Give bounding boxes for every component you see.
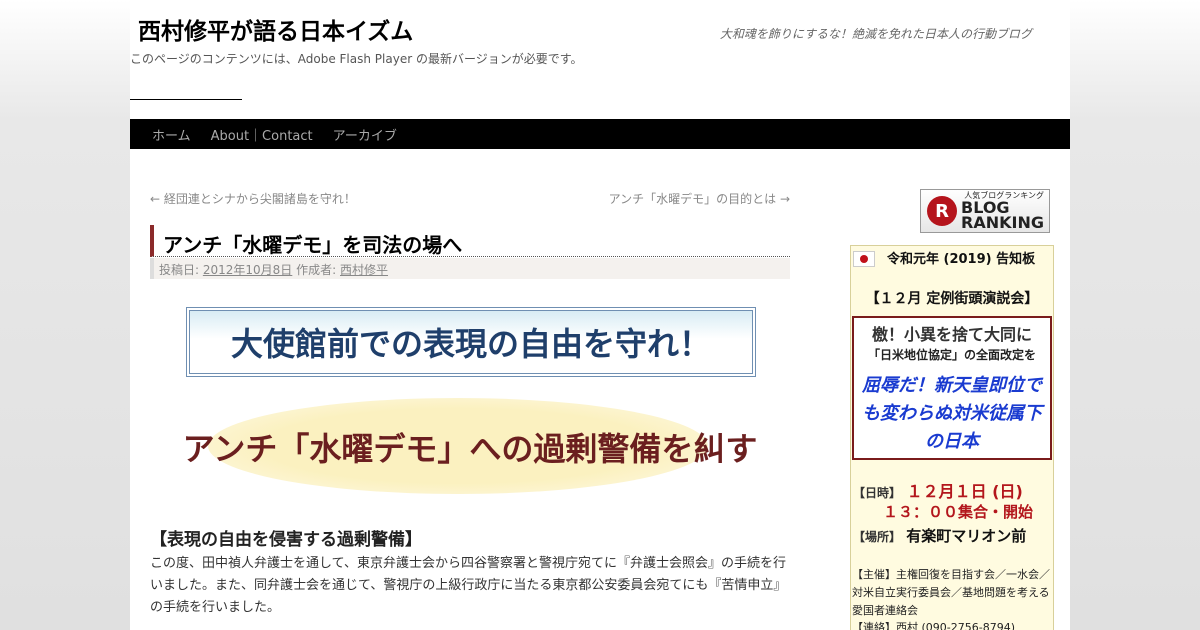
flash-player-notice: このページのコンテンツには、Adobe Flash Player の最新バージョ… [130,52,583,66]
main-nav: ホーム About｜Contact アーカイブ [130,119,1070,149]
notice-date-row: 【日時】 １２月１日 (日) [853,478,1023,502]
prev-post-link[interactable]: ← 経団連とシナから尖閣諸島を守れ！ [150,190,356,207]
post-body-paragraph: この度、田中禎人弁護士を通して、東京弁護士会から四谷警察署と警視庁宛てに『弁護士… [150,556,787,615]
date-value: １２月１日 (日) [906,482,1023,501]
post-author-link[interactable]: 西村修平 [340,263,388,277]
blog-ranking-badge[interactable]: R 人気ブログランキング BLOG RANKING [920,189,1050,233]
post-navigation: ← 経団連とシナから尖閣諸島を守れ！ アンチ「水曜デモ」の目的とは → [150,182,790,206]
place-label: 【場所】 [853,530,902,544]
notice-title: 令和元年 (2019) 告知板 [887,252,1036,267]
post-date-link[interactable]: 2012年10月8日 [203,263,292,277]
slogan-line2: 「日米地位協定」の全面改定を [867,348,1036,362]
site-description: 大和魂を飾りにするな！絶滅を免れた日本人の行動ブログ [719,27,1032,41]
next-post-link[interactable]: アンチ「水曜デモ」の目的とは → [609,190,790,207]
banner-free-expression-text: 大使館前での表現の自由を守れ！ [189,310,753,374]
post-meta: 投稿日: 2012年10月8日 作成者: 西村修平 [150,258,790,279]
slogan-line3: 屈辱だ！新天皇即位でも変わらぬ対米従属下の日本 [862,375,1042,452]
place-value: 有楽町マリオン前 [906,527,1027,545]
section-heading: 【表現の自由を侵害する過剰警備】 [150,530,422,550]
notice-time: １３：００集合・開始 [883,503,1034,521]
notice-organizer: 【主催】主権回復を目指す会／一水会／対米自立実行委員会／基地問題を考える愛国者連… [852,568,1050,617]
nav-item-about-contact[interactable]: About｜Contact [201,125,323,144]
banner-free-expression: 大使館前での表現の自由を守れ！ [186,307,756,377]
notice-slogan-box[interactable]: 檄！小異を捨て大同に 「日米地位協定」の全面改定を 屈辱だ！新天皇即位でも変わら… [852,316,1052,460]
meta-posted-label: 投稿日: [159,263,203,277]
notice-contact: 【連絡】西村 (090-2756-8794) [852,621,1016,630]
slogan-line1: 檄！小異を捨て大同に [871,325,1032,344]
header-divider [130,99,242,100]
ranking-logo-icon: R [927,196,957,226]
notice-event: 【１２月 定例街頭演説会】 [865,291,1039,307]
nav-item-home[interactable]: ホーム [142,125,201,144]
banner-excessive-policing-text: アンチ「水曜デモ」への過剰警備を糾す [182,430,758,468]
nav-item-archive[interactable]: アーカイブ [323,125,407,144]
banner-excessive-policing: アンチ「水曜デモ」への過剰警備を糾す [150,392,790,494]
post-title: アンチ「水曜デモ」を司法の場へ [150,225,790,257]
ranking-badge-text: 人気ブログランキング BLOG RANKING [961,192,1044,232]
page-wrapper: 西村修平が語る日本イズム 大和魂を飾りにするな！絶滅を免れた日本人の行動ブログ … [130,0,1070,630]
notice-place-row: 【場所】 有楽町マリオン前 [853,525,1026,546]
japan-flag-icon [853,251,875,267]
main-content: ← 経団連とシナから尖閣諸島を守れ！ アンチ「水曜デモ」の目的とは → アンチ「… [150,182,790,615]
date-label: 【日時】 [853,486,902,500]
ranking-badge-line2: RANKING [961,213,1044,232]
site-title[interactable]: 西村修平が語る日本イズム [138,12,413,46]
meta-author-label: 作成者: [292,263,340,277]
notice-board: 令和元年 (2019) 告知板 【１２月 定例街頭演説会】 檄！小異を捨て大同に… [850,245,1054,630]
